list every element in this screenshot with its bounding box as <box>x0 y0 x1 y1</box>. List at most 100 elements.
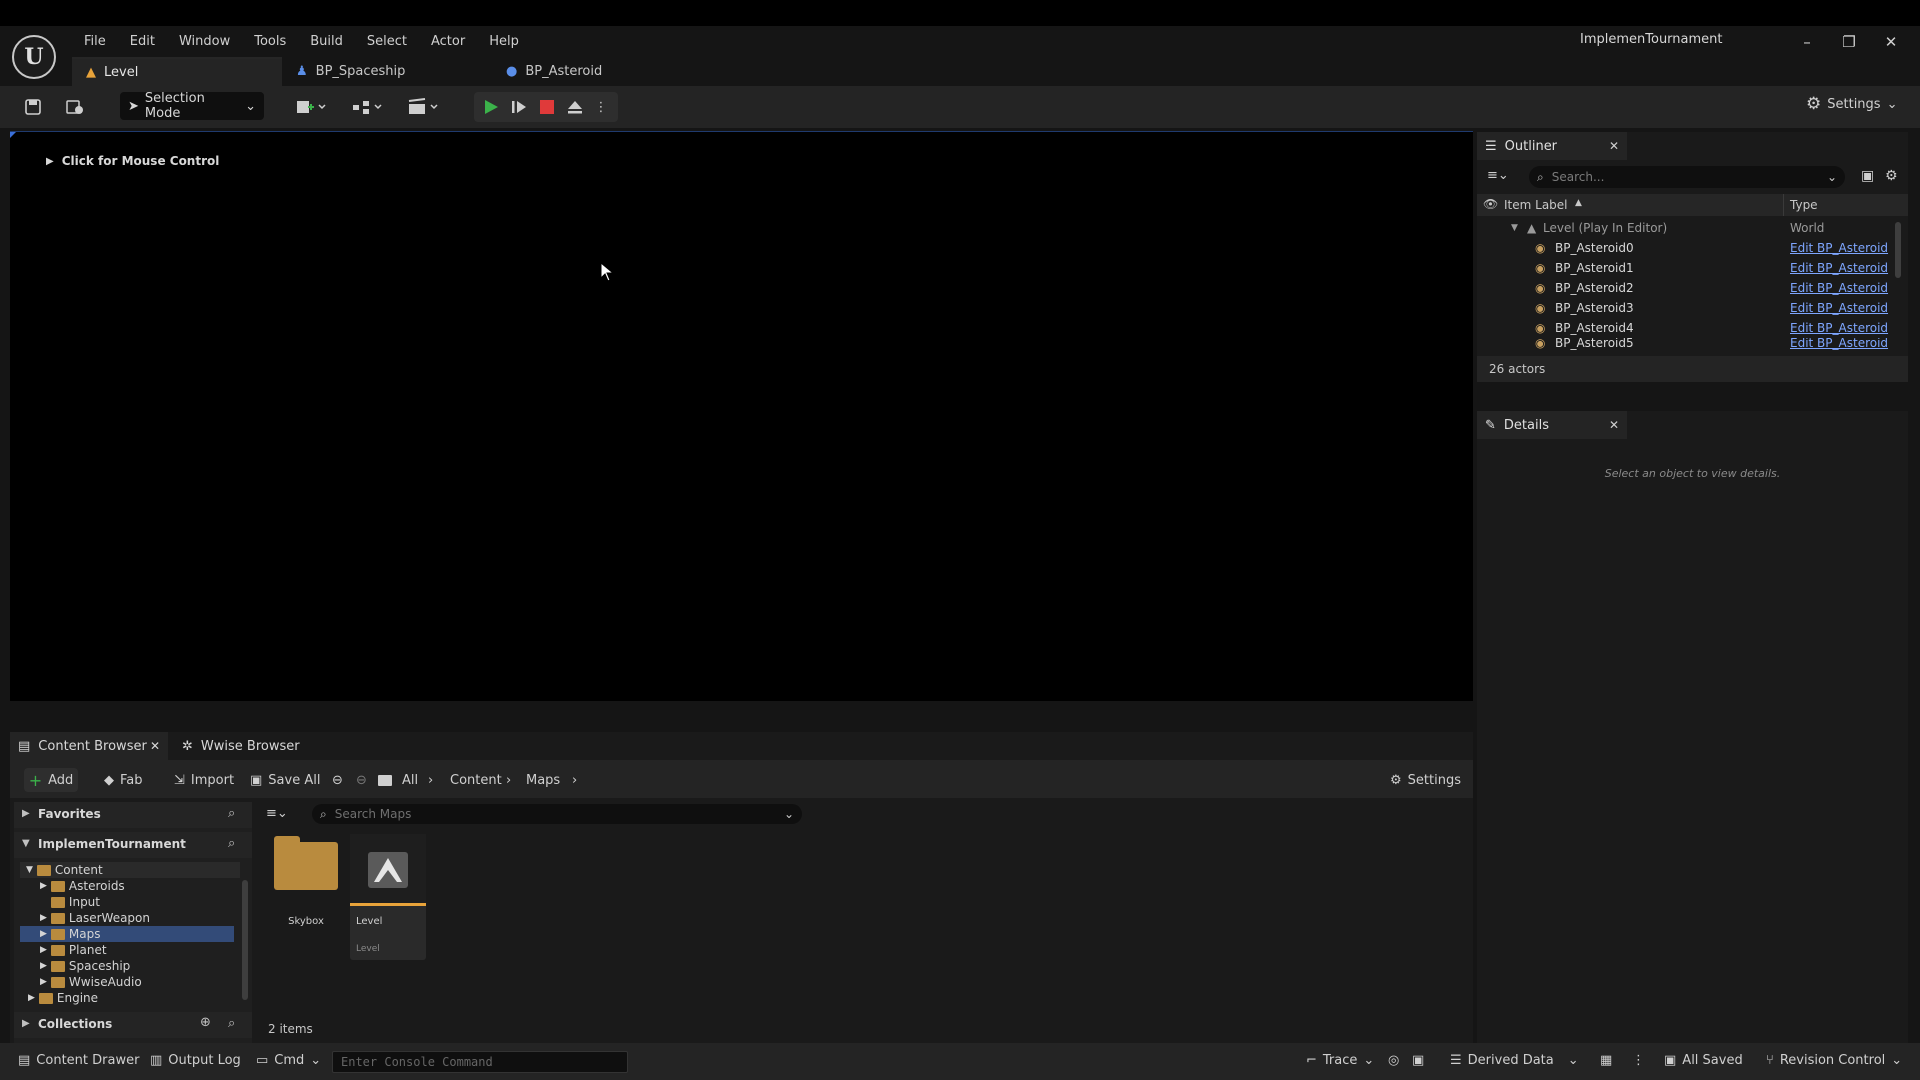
breadcrumb-content[interactable]: Content <box>450 768 502 792</box>
level-viewport[interactable]: ▶ Click for Mouse Control <box>10 131 1473 701</box>
stop-icon[interactable] <box>534 94 560 120</box>
tree-item-spaceship[interactable]: ▶ Spaceship <box>40 958 260 974</box>
filter-icon[interactable]: ≡⌄ <box>1487 168 1509 183</box>
tab-level[interactable]: ▲ Level <box>72 57 282 86</box>
trace-dropdown[interactable]: ⌐ Trace ⌄ <box>1306 1053 1374 1068</box>
selection-mode-dropdown[interactable]: ➤ Selection Mode ⌄ <box>120 91 264 121</box>
search-icon[interactable]: ⌕ <box>228 1016 235 1031</box>
tree-item-maps[interactable]: ▶ Maps <box>20 926 234 942</box>
menu-build[interactable]: Build <box>298 29 355 55</box>
gear-icon[interactable]: ⚙ <box>1885 168 1898 184</box>
search-icon[interactable]: ⌕ <box>228 806 235 821</box>
console-command-input[interactable]: Enter Console Command <box>332 1051 628 1073</box>
unreal-logo-icon[interactable]: U <box>12 35 56 79</box>
add-button[interactable]: + Add <box>24 768 78 792</box>
output-log-button[interactable]: ▥ Output Log <box>150 1053 241 1068</box>
collections-header[interactable]: ▶ Collections ⊕ ⌕ <box>14 1012 252 1038</box>
more-options-icon[interactable]: ⋮ <box>588 94 614 120</box>
close-icon[interactable]: ✕ <box>1876 32 1906 52</box>
outliner-scrollbar[interactable] <box>1895 222 1901 278</box>
play-icon[interactable] <box>478 94 504 120</box>
asset-tile-skybox[interactable]: Skybox <box>268 834 344 960</box>
menu-file[interactable]: File <box>72 29 118 55</box>
tree-item-input[interactable]: ▶ Input <box>40 894 260 910</box>
menu-window[interactable]: Window <box>167 29 242 55</box>
menu-tools[interactable]: Tools <box>242 29 298 55</box>
save-all-button[interactable]: ▣ Save All <box>250 768 320 792</box>
details-tab[interactable]: ✎ Details ✕ <box>1477 411 1627 439</box>
outliner-row[interactable]: ◉ BP_Asteroid5 Edit BP_Asteroid <box>1477 338 1897 350</box>
close-icon[interactable]: ✕ <box>150 739 160 753</box>
outliner-search-input[interactable]: ⌕ Search... ⌄ <box>1529 166 1845 188</box>
eject-icon[interactable] <box>562 94 588 120</box>
record-icon[interactable]: ◎ <box>1388 1053 1399 1068</box>
edit-blueprint-link[interactable]: Edit BP_Asteroid <box>1790 261 1888 275</box>
blueprints-icon[interactable] <box>348 94 388 120</box>
breadcrumb-all[interactable]: All <box>402 768 418 792</box>
cb-settings-button[interactable]: ⚙ Settings <box>1390 768 1461 792</box>
outliner-tab[interactable]: ☰ Outliner ✕ <box>1477 132 1627 160</box>
outliner-root-row[interactable]: ▼ ▲ Level (Play In Editor) World <box>1477 218 1897 238</box>
edit-blueprint-link[interactable]: Edit BP_Asteroid <box>1790 321 1888 335</box>
add-actor-icon[interactable] <box>292 94 332 120</box>
content-drawer-button[interactable]: ▤ Content Drawer <box>18 1053 139 1068</box>
stats-icon[interactable]: ▦ <box>1600 1053 1612 1068</box>
import-button[interactable]: ⇲ Import <box>174 768 234 792</box>
wwise-browser-tab[interactable]: ✲ Wwise Browser <box>174 732 308 760</box>
project-header[interactable]: ▼ ImplemenTournament ⌕ <box>14 832 252 858</box>
close-icon[interactable]: ✕ <box>1609 139 1619 153</box>
edit-blueprint-link[interactable]: Edit BP_Asteroid <box>1790 301 1888 315</box>
add-collection-icon[interactable]: ⊕ <box>200 1015 211 1030</box>
search-icon[interactable]: ⌕ <box>228 836 235 851</box>
more-options-icon[interactable]: ⋮ <box>1632 1053 1645 1068</box>
tree-item-engine[interactable]: ▶ Engine <box>28 990 248 1006</box>
resume-icon[interactable] <box>506 94 532 120</box>
outliner-row[interactable]: ◉ BP_Asteroid1 Edit BP_Asteroid <box>1477 258 1897 278</box>
asset-search-input[interactable]: ⌕ Search Maps ⌄ <box>312 804 802 824</box>
tree-item-wwiseaudio[interactable]: ▶ WwiseAudio <box>40 974 260 990</box>
tab-bp-spaceship[interactable]: ♟ BP_Spaceship <box>282 57 492 86</box>
derived-data-dropdown[interactable]: ☰ Derived Data ⌄ <box>1450 1053 1579 1068</box>
forward-button[interactable]: ⊖ <box>356 768 367 792</box>
all-saved-button[interactable]: ▣ All Saved <box>1664 1053 1743 1068</box>
tree-item-laserweapon[interactable]: ▶ LaserWeapon <box>40 910 260 926</box>
fab-button[interactable]: ◆ Fab <box>104 768 143 792</box>
menu-select[interactable]: Select <box>355 29 419 55</box>
outliner-row[interactable]: ◉ BP_Asteroid4 Edit BP_Asteroid <box>1477 318 1897 338</box>
minimize-icon[interactable]: – <box>1792 32 1822 52</box>
outliner-row[interactable]: ◉ BP_Asteroid0 Edit BP_Asteroid <box>1477 238 1897 258</box>
back-button[interactable]: ⊖ <box>332 768 343 792</box>
tab-bp-asteroid[interactable]: ● BP_Asteroid <box>492 57 616 86</box>
settings-button[interactable]: ⚙ Settings ⌄ <box>1806 94 1897 114</box>
edit-blueprint-link[interactable]: Edit BP_Asteroid <box>1790 281 1888 295</box>
eye-icon[interactable]: 👁 <box>1483 197 1498 211</box>
revision-control-button[interactable]: ⑂ Revision Control ⌄ <box>1766 1053 1902 1068</box>
source-control-icon[interactable] <box>62 94 88 120</box>
menu-edit[interactable]: Edit <box>118 29 167 55</box>
content-browser-tab[interactable]: ▤ Content Browser ✕ <box>10 732 168 760</box>
asset-tile-level[interactable]: Level Level <box>350 834 426 960</box>
add-folder-icon[interactable]: ▣ <box>1861 168 1874 184</box>
cmd-dropdown[interactable]: ▭ Cmd ⌄ <box>256 1053 321 1068</box>
menu-actor[interactable]: Actor <box>419 29 477 55</box>
outliner-row[interactable]: ◉ BP_Asteroid2 Edit BP_Asteroid <box>1477 278 1897 298</box>
favorites-header[interactable]: ▶ Favorites ⌕ <box>14 802 252 828</box>
edit-blueprint-link[interactable]: Edit BP_Asteroid <box>1790 338 1888 350</box>
outliner-row[interactable]: ◉ BP_Asteroid3 Edit BP_Asteroid <box>1477 298 1897 318</box>
filter-icon[interactable]: ≡⌄ <box>266 806 288 821</box>
restore-icon[interactable]: ❐ <box>1834 32 1864 52</box>
save-icon[interactable] <box>20 94 46 120</box>
tree-item-asteroids[interactable]: ▶ Asteroids <box>40 878 260 894</box>
tree-item-planet[interactable]: ▶ Planet <box>40 942 260 958</box>
cinematics-icon[interactable] <box>404 94 444 120</box>
screenshot-icon[interactable]: ▣ <box>1412 1053 1424 1068</box>
menu-help[interactable]: Help <box>477 29 531 55</box>
tree-scrollbar[interactable] <box>242 880 248 1000</box>
mouse-control-hint[interactable]: ▶ Click for Mouse Control <box>46 154 219 168</box>
col-item-label[interactable]: Item Label <box>1504 198 1568 212</box>
edit-blueprint-link[interactable]: Edit BP_Asteroid <box>1790 241 1888 255</box>
breadcrumb-maps[interactable]: Maps <box>526 768 560 792</box>
collapse-icon[interactable]: ▼ <box>1511 223 1518 233</box>
tree-item-content[interactable]: ▼ Content <box>20 862 240 878</box>
col-type[interactable]: Type <box>1790 198 1818 212</box>
